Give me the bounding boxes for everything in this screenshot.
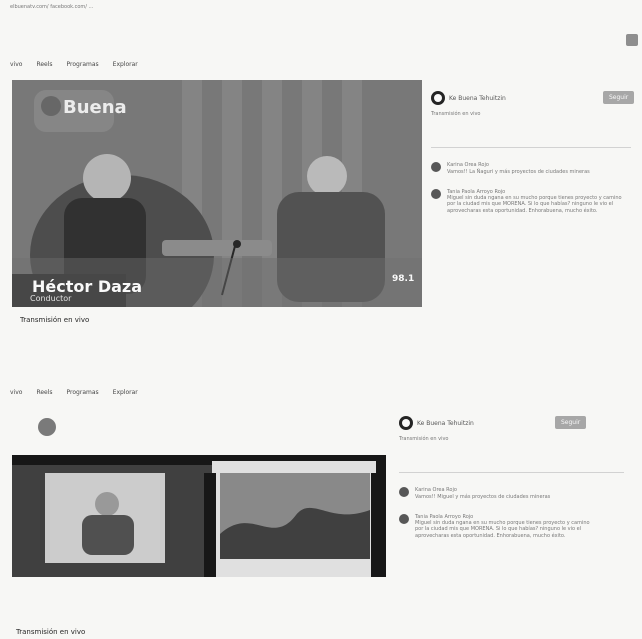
- logo-text: Buena: [63, 97, 127, 118]
- comment-avatar: [431, 162, 441, 173]
- nav-vivo[interactable]: vivo: [10, 389, 22, 396]
- bottom-side-panel: Ke Buena Tehuitzin Seguir Transmisión en…: [399, 416, 624, 539]
- logo-circle-icon: [41, 96, 61, 116]
- bottom-comment-2: Tania Paola Arroyo Rojo Miguel sin duda …: [399, 513, 624, 539]
- bottom-comment-1: Karina Orea Rojo Vamos!! Miguel y más pr…: [399, 487, 624, 500]
- bottom-follow-button[interactable]: Seguir: [555, 416, 587, 429]
- top-live-video[interactable]: Buena Héctor Daza Conductor 98.1: [12, 80, 422, 307]
- bottom-video-frame: [12, 455, 386, 577]
- bottom-channel-row: Ke Buena Tehuitzin: [399, 416, 624, 430]
- nav-reels[interactable]: Reels: [36, 61, 52, 68]
- comment-text: Miguel sin duda ngana en su mucho porque…: [415, 520, 590, 539]
- nav-explorar[interactable]: Explorar: [113, 389, 138, 396]
- bottom-divider: [399, 472, 624, 474]
- bottom-caption: Transmisión en vivo: [16, 628, 86, 636]
- comment-avatar: [431, 188, 441, 199]
- top-divider: [431, 147, 631, 149]
- top-follow-button[interactable]: Seguir: [603, 91, 635, 104]
- nav-reels[interactable]: Reels: [36, 389, 52, 396]
- channel-avatar: [431, 91, 445, 105]
- top-side-panel: Ke Buena Tehuitzin Seguir Transmisión en…: [431, 91, 635, 214]
- top-watermark: 98.1: [392, 274, 415, 284]
- comment-text: Miguel sin duda ngana en su mucho porque…: [447, 195, 622, 214]
- url-bar[interactable]: elbuenatv.com/ facebook.com/ ...: [10, 4, 290, 10]
- bottom-live-video[interactable]: [12, 455, 386, 577]
- bottom-nav: vivo Reels Programas Explorar: [10, 389, 138, 396]
- lower-third-role: Conductor: [30, 294, 72, 303]
- page-icon[interactable]: [38, 418, 56, 436]
- comment-avatar: [399, 487, 409, 498]
- nav-vivo[interactable]: vivo: [10, 61, 22, 68]
- comment-text: Vamos!! La Ñaguri y más proyectos de ciu…: [447, 168, 590, 175]
- nav-explorar[interactable]: Explorar: [113, 61, 138, 68]
- nav-programas[interactable]: Programas: [67, 389, 99, 396]
- top-comment-1: Karina Orea Rojo Vamos!! La Ñaguri y más…: [431, 162, 631, 175]
- bottom-channel-name[interactable]: Ke Buena Tehuitzin: [417, 420, 474, 427]
- top-channel-row: Ke Buena Tehuitzin: [431, 91, 631, 105]
- bottom-live-status: Transmisión en vivo: [399, 436, 449, 442]
- comment-avatar: [399, 513, 409, 524]
- top-channel-name[interactable]: Ke Buena Tehuitzin: [449, 95, 506, 102]
- top-caption: Transmisión en vivo: [20, 316, 90, 324]
- top-nav: vivo Reels Programas Explorar: [10, 61, 138, 68]
- channel-avatar: [399, 416, 413, 430]
- comment-text: Vamos!! Miguel y más proyectos de ciudad…: [415, 493, 551, 500]
- nav-programas[interactable]: Programas: [67, 61, 99, 68]
- profile-button[interactable]: [626, 34, 638, 46]
- top-live-status: Transmisión en vivo: [431, 111, 481, 117]
- top-comment-2: Tania Paola Arroyo Rojo Miguel sin duda …: [431, 188, 631, 214]
